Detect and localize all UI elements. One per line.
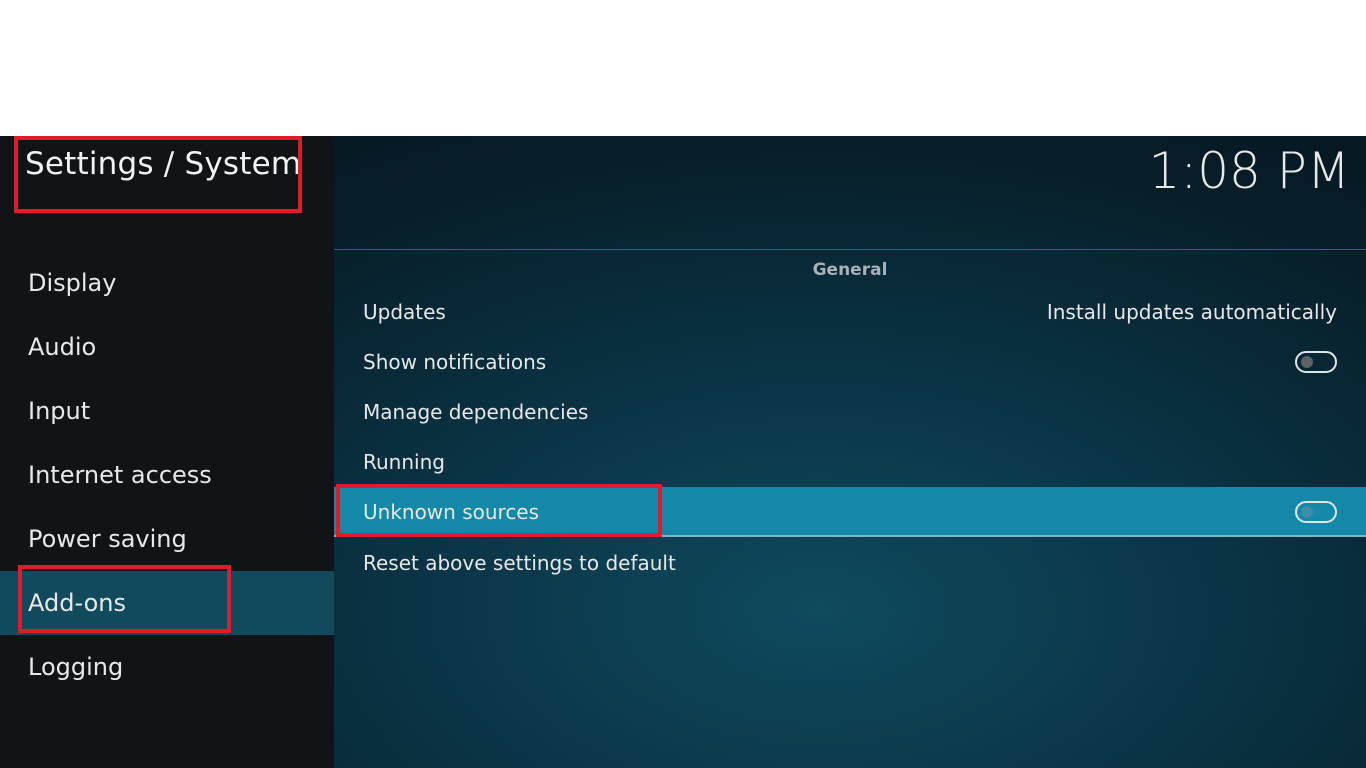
top-blank-area bbox=[0, 0, 1366, 136]
section-label-general: General bbox=[812, 260, 888, 280]
sidebar-item-add-ons[interactable]: Add-ons bbox=[0, 571, 334, 635]
kodi-settings-window: Settings / System Display Audio Input In… bbox=[0, 136, 1366, 768]
setting-label: Running bbox=[363, 450, 445, 474]
setting-row-updates[interactable]: Updates Install updates automatically bbox=[334, 287, 1366, 337]
setting-label: Updates bbox=[363, 300, 446, 324]
setting-value: Install updates automatically bbox=[1046, 300, 1337, 324]
sidebar-item-input[interactable]: Input bbox=[0, 379, 334, 443]
sidebar-item-power-saving[interactable]: Power saving bbox=[0, 507, 334, 571]
setting-label: Manage dependencies bbox=[363, 400, 589, 424]
setting-label: Unknown sources bbox=[363, 500, 540, 524]
unknown-sources-toggle[interactable] bbox=[1295, 501, 1337, 523]
setting-label: Reset above settings to default bbox=[363, 551, 676, 575]
sidebar-item-display[interactable]: Display bbox=[0, 251, 334, 315]
sidebar-item-audio[interactable]: Audio bbox=[0, 315, 334, 379]
setting-row-show-notifications[interactable]: Show notifications bbox=[334, 337, 1366, 387]
sidebar: Settings / System Display Audio Input In… bbox=[0, 136, 334, 768]
sidebar-item-internet-access[interactable]: Internet access bbox=[0, 443, 334, 507]
header-divider bbox=[334, 249, 1366, 250]
sidebar-item-logging[interactable]: Logging bbox=[0, 635, 334, 699]
toggle-knob bbox=[1301, 356, 1313, 368]
setting-row-manage-dependencies[interactable]: Manage dependencies bbox=[334, 387, 1366, 437]
notifications-toggle[interactable] bbox=[1295, 351, 1337, 373]
setting-row-running[interactable]: Running bbox=[334, 437, 1366, 487]
title-highlight-box bbox=[14, 136, 302, 213]
setting-row-reset-defaults[interactable]: Reset above settings to default bbox=[334, 538, 1366, 588]
clock: 1:08 PM bbox=[1148, 142, 1350, 200]
toggle-knob bbox=[1301, 506, 1313, 518]
setting-label: Show notifications bbox=[363, 350, 547, 374]
setting-row-unknown-sources[interactable]: Unknown sources bbox=[334, 487, 1366, 537]
